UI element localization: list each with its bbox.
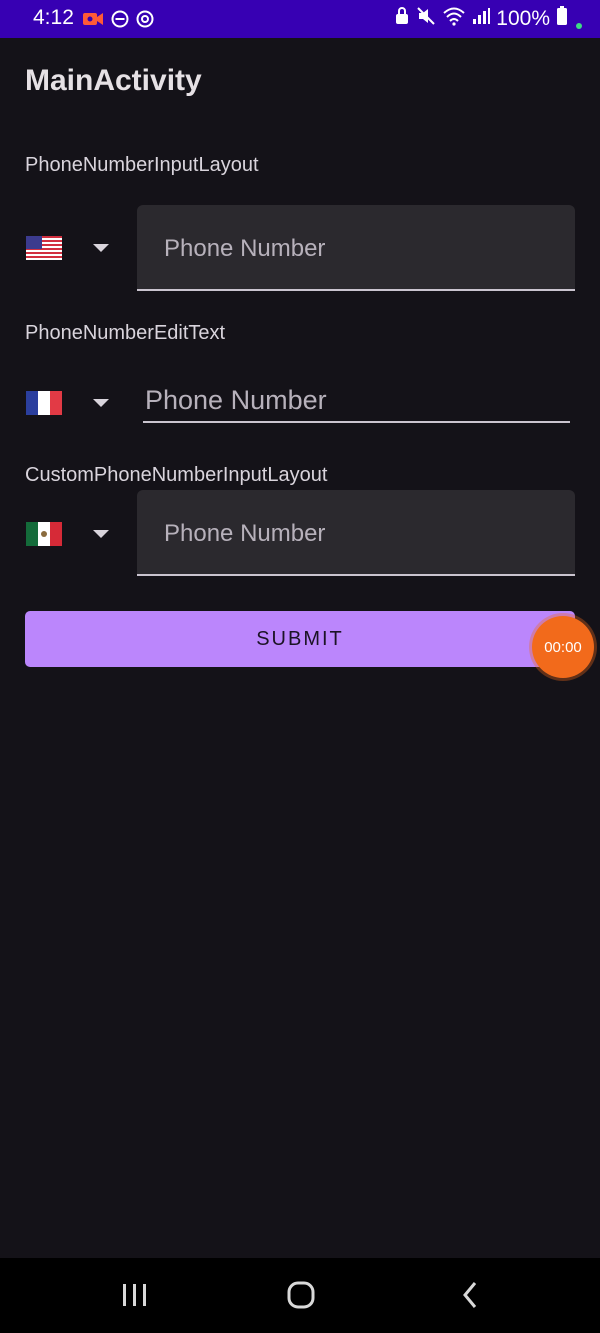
- status-right-icons: 100%: [394, 6, 582, 31]
- section-label-phone-input-layout: PhoneNumberInputLayout: [25, 154, 259, 176]
- phone-number-field-2[interactable]: [143, 381, 567, 419]
- wifi-icon: [442, 6, 466, 31]
- battery-percent: 100%: [496, 6, 550, 30]
- do-not-disturb-icon: [111, 10, 129, 33]
- submit-button[interactable]: SUBMIT: [25, 611, 575, 667]
- country-picker-us[interactable]: [26, 236, 109, 260]
- us-flag-icon: [26, 236, 62, 260]
- country-picker-fr[interactable]: [26, 391, 109, 415]
- signal-icon: [472, 7, 491, 30]
- section-label-phone-edit-text: PhoneNumberEditText: [25, 322, 226, 344]
- page-title: MainActivity: [25, 64, 202, 97]
- mx-flag-icon: [26, 522, 62, 546]
- custom-phone-number-input-layout[interactable]: [137, 490, 575, 576]
- battery-icon: [556, 6, 568, 31]
- status-bar: 4:12 100%: [0, 0, 600, 38]
- screen: 4:12 100% MainActivity PhoneNumberInputL…: [0, 0, 600, 1333]
- home-button[interactable]: [286, 1280, 316, 1315]
- video-record-icon: [82, 10, 104, 33]
- section-label-custom-phone-input-layout: CustomPhoneNumberInputLayout: [25, 464, 328, 486]
- status-time: 4:12: [33, 6, 74, 29]
- home-icon: [286, 1280, 316, 1315]
- chevron-down-icon: [93, 530, 109, 538]
- recent-apps-button[interactable]: [120, 1282, 150, 1312]
- back-button[interactable]: [455, 1280, 485, 1315]
- country-picker-mx[interactable]: [26, 522, 109, 546]
- screen-recorder-timer[interactable]: 00:00: [532, 616, 594, 678]
- back-icon: [460, 1280, 480, 1315]
- fr-flag-icon: [26, 391, 62, 415]
- recent-apps-icon: [120, 1282, 150, 1313]
- mute-icon: [416, 6, 436, 31]
- chevron-down-icon: [93, 399, 109, 407]
- phone-number-edit-text[interactable]: [143, 377, 570, 423]
- sync-icon: [136, 10, 154, 33]
- chevron-down-icon: [93, 244, 109, 252]
- navigation-bar: [0, 1258, 600, 1333]
- recorder-timer-text: 00:00: [544, 638, 582, 656]
- phone-number-field-3[interactable]: [162, 516, 556, 552]
- phone-number-field-1[interactable]: [162, 231, 556, 267]
- status-left-icons: [82, 10, 154, 33]
- phone-number-input-layout[interactable]: [137, 205, 575, 291]
- privacy-indicator-dot: [576, 22, 582, 29]
- lock-icon: [394, 6, 410, 31]
